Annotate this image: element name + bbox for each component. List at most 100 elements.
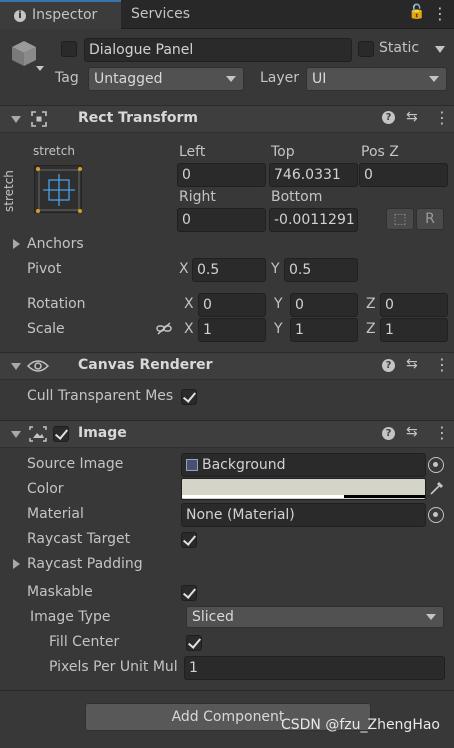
anchor-preset-button[interactable] (34, 165, 82, 213)
image-enabled-checkbox[interactable] (53, 426, 69, 442)
anchors-foldout-icon[interactable] (13, 239, 20, 249)
color-field[interactable] (181, 478, 426, 500)
rect-transform-title: Rect Transform (78, 110, 199, 126)
alpha-bar-rest (344, 495, 425, 498)
canvas-renderer-header[interactable]: Canvas Renderer ? ⇆ ⋮ (0, 352, 454, 380)
rotation-y-label[interactable]: Y (274, 296, 283, 312)
more-menu-icon[interactable]: ⋮ (432, 4, 448, 23)
source-image-field[interactable]: Background (181, 453, 426, 477)
left-field[interactable]: 0 (177, 163, 266, 187)
rotation-z-field[interactable]: 0 (380, 293, 448, 317)
raw-edit-button[interactable]: R (416, 208, 444, 230)
component-menu-icon[interactable]: ⋮ (434, 108, 450, 127)
anchors-label[interactable]: Anchors (27, 236, 84, 252)
image-type-label: Image Type (30, 609, 111, 625)
scale-y-field[interactable]: 1 (290, 318, 358, 342)
scale-label: Scale (27, 321, 65, 337)
rotation-y-field[interactable]: 0 (290, 293, 358, 317)
pivot-x-field[interactable]: 0.5 (192, 258, 266, 282)
fill-center-label: Fill Center (49, 634, 120, 650)
preset-icon[interactable]: ⇆ (406, 424, 418, 440)
tab-services-label: Services (131, 6, 191, 22)
top-field[interactable]: 746.0331 (269, 163, 358, 187)
help-icon[interactable]: ? (382, 111, 395, 124)
raycast-target-checkbox[interactable] (181, 532, 197, 548)
cull-transparent-checkbox[interactable] (181, 389, 197, 405)
image-type-value: Sliced (192, 609, 234, 625)
tab-services[interactable]: Services (131, 0, 221, 29)
tag-dropdown[interactable]: Untagged (88, 67, 244, 91)
source-image-value: Background (202, 457, 286, 473)
static-dropdown-arrow[interactable] (435, 46, 445, 53)
pixels-per-unit-label: Pixels Per Unit Mul (49, 659, 178, 675)
rotation-label: Rotation (27, 296, 86, 312)
eyedropper-icon[interactable] (429, 480, 445, 496)
tab-inspector[interactable]: i Inspector (0, 0, 121, 29)
gameobject-name-field[interactable]: Dialogue Panel (84, 38, 352, 62)
blueprint-mode-button[interactable]: ⬚ (386, 208, 414, 230)
constrain-proportions-icon[interactable] (156, 322, 172, 336)
tag-value: Untagged (94, 71, 163, 87)
gameobject-icon-dropdown[interactable] (36, 66, 44, 71)
bottom-field[interactable]: -0.0011291 (269, 208, 358, 232)
right-field[interactable]: 0 (177, 208, 266, 232)
component-menu-icon[interactable]: ⋮ (434, 423, 450, 442)
foldout-arrow-icon[interactable] (11, 363, 21, 370)
canvas-renderer-title: Canvas Renderer (78, 357, 213, 373)
tab-inspector-label: Inspector (32, 7, 98, 23)
image-type-dropdown[interactable]: Sliced (186, 606, 444, 628)
pivot-x-label[interactable]: X (179, 261, 189, 277)
cull-transparent-label: Cull Transparent Mes (27, 388, 174, 404)
scale-z-label[interactable]: Z (366, 321, 376, 337)
maskable-checkbox[interactable] (181, 585, 197, 601)
color-label: Color (27, 481, 64, 497)
component-menu-icon[interactable]: ⋮ (434, 355, 450, 374)
right-label: Right (179, 189, 216, 205)
scale-x-field[interactable]: 1 (198, 318, 266, 342)
material-label: Material (27, 506, 84, 522)
raycast-target-label: Raycast Target (27, 531, 131, 547)
rect-transform-header[interactable]: Rect Transform ? ⇆ ⋮ (0, 105, 454, 133)
alpha-bar (182, 495, 344, 498)
sprite-icon (186, 459, 198, 471)
raycast-padding-foldout-icon[interactable] (13, 559, 20, 569)
rotation-z-label[interactable]: Z (366, 296, 376, 312)
static-checkbox[interactable] (358, 41, 374, 57)
pixels-per-unit-field[interactable]: 1 (184, 656, 445, 680)
image-header[interactable]: Image ? ⇆ ⋮ (0, 420, 454, 448)
info-icon: i (14, 10, 26, 22)
posz-field[interactable]: 0 (359, 163, 448, 187)
help-icon[interactable]: ? (382, 359, 395, 372)
help-icon[interactable]: ? (382, 427, 395, 440)
layer-dropdown[interactable]: UI (306, 67, 447, 91)
chevron-down-icon (426, 614, 436, 620)
raycast-padding-label[interactable]: Raycast Padding (27, 556, 143, 572)
lock-icon[interactable]: 🔓 (408, 4, 425, 20)
rotation-x-label[interactable]: X (184, 296, 194, 312)
maskable-label: Maskable (27, 584, 93, 600)
pivot-y-label[interactable]: Y (271, 261, 280, 277)
scale-y-label[interactable]: Y (274, 321, 283, 337)
foldout-arrow-icon[interactable] (11, 116, 21, 123)
object-picker-icon[interactable] (428, 457, 444, 473)
pivot-y-field[interactable]: 0.5 (284, 258, 358, 282)
anchor-preset-top-label: stretch (33, 144, 75, 158)
fill-center-checkbox[interactable] (186, 635, 202, 651)
top-label: Top (271, 144, 295, 160)
left-label: Left (179, 144, 206, 160)
watermark-text: CSDN @fzu_ZhengHao (280, 717, 440, 733)
material-field[interactable]: None (Material) (181, 503, 426, 527)
active-checkbox[interactable] (61, 41, 77, 57)
static-label: Static (379, 40, 420, 56)
layer-label: Layer (260, 70, 300, 86)
preset-icon[interactable]: ⇆ (406, 356, 418, 372)
tab-bar: i Inspector Services 🔓 ⋮ (0, 0, 454, 29)
posz-label: Pos Z (361, 144, 399, 160)
scale-z-field[interactable]: 1 (380, 318, 448, 342)
rotation-x-field[interactable]: 0 (198, 293, 266, 317)
foldout-arrow-icon[interactable] (11, 431, 21, 438)
image-component-icon (29, 426, 47, 442)
preset-icon[interactable]: ⇆ (406, 109, 418, 125)
object-picker-icon[interactable] (428, 507, 444, 523)
scale-x-label[interactable]: X (184, 321, 194, 337)
